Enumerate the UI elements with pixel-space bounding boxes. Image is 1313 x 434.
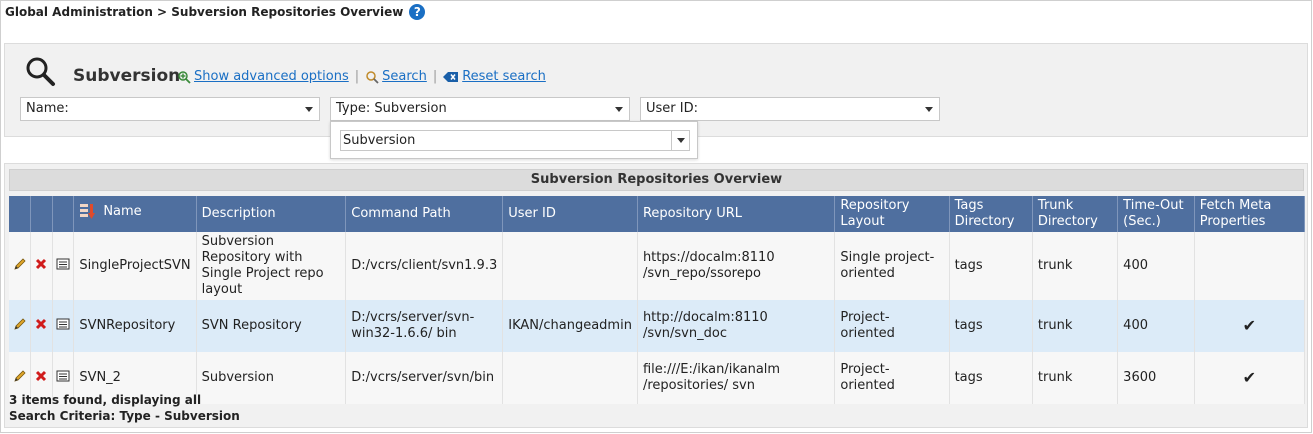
- cell-command-path: D:/vcrs/server/svn-win32-1.6.6/ bin: [345, 300, 504, 352]
- delete-icon[interactable]: [30, 232, 53, 300]
- show-advanced-options-label: Show advanced options: [194, 69, 349, 84]
- cell-command-path: D:/vcrs/server/svn/bin: [345, 352, 504, 404]
- userid-filter-select[interactable]: User ID:: [640, 97, 940, 121]
- cell-tags: tags: [949, 352, 1033, 404]
- table-row[interactable]: SingleProjectSVN Subversion Repository w…: [9, 232, 1306, 300]
- name-filter-select[interactable]: Name:: [20, 97, 320, 121]
- cell-user-id: [502, 232, 638, 300]
- cell-layout: Project-oriented: [834, 300, 950, 352]
- table-row[interactable]: SVNRepository SVN Repository D:/vcrs/ser…: [9, 300, 1306, 352]
- header-repository-layout[interactable]: Repository Layout: [834, 196, 950, 232]
- header-repository-url[interactable]: Repository URL: [637, 196, 836, 232]
- cell-fetch-meta: [1194, 232, 1306, 300]
- cell-trunk: trunk: [1032, 352, 1119, 404]
- header-timeout[interactable]: Time-Out (Sec.): [1117, 196, 1195, 232]
- cell-trunk: trunk: [1032, 300, 1119, 352]
- header-name[interactable]: Name: [73, 196, 197, 232]
- type-dropdown-select[interactable]: Subversion: [340, 130, 690, 151]
- chevron-down-icon: [305, 107, 313, 112]
- sort-icon[interactable]: [79, 203, 97, 221]
- show-advanced-options-link[interactable]: Show advanced options: [177, 69, 349, 84]
- delete-icon[interactable]: [30, 300, 53, 352]
- cell-description: Subversion: [196, 352, 347, 404]
- cell-timeout: 400: [1117, 300, 1195, 352]
- table-row[interactable]: SVN_2 Subversion D:/vcrs/server/svn/bin …: [9, 352, 1306, 404]
- details-icon[interactable]: [52, 232, 75, 300]
- search-criteria: Search Criteria: Type - Subversion: [9, 409, 240, 423]
- search-icon: [366, 70, 379, 84]
- details-icon[interactable]: [52, 300, 75, 352]
- table-header-row: Name Description Command Path User ID Re…: [9, 196, 1306, 232]
- cell-name: SingleProjectSVN: [73, 232, 197, 300]
- header-name-label: Name: [103, 203, 142, 219]
- search-label: Search: [382, 69, 427, 84]
- results-count: 3 items found, displaying all: [9, 393, 202, 407]
- cell-repository-url: https://docalm:8110 /svn_repo/ssorepo: [637, 232, 836, 300]
- chevron-down-icon: [615, 107, 623, 112]
- chevron-down-icon: [925, 107, 933, 112]
- cell-name: SVNRepository: [73, 300, 197, 352]
- edit-icon[interactable]: [9, 232, 32, 300]
- breadcrumb-text: Global Administration > Subversion Repos…: [5, 5, 404, 19]
- cell-tags: tags: [949, 232, 1033, 300]
- cell-repository-url: file:///E:/ikan/ikanalm /repositories/ s…: [637, 352, 836, 404]
- cell-timeout: 3600: [1117, 352, 1195, 404]
- results-panel: Subversion Repositories Overview Name De…: [4, 163, 1308, 428]
- header-fetch-meta[interactable]: Fetch Meta Properties: [1194, 196, 1306, 232]
- type-dropdown-value: Subversion: [343, 133, 416, 148]
- userid-filter-label: User ID:: [646, 101, 698, 116]
- cell-trunk: trunk: [1032, 232, 1119, 300]
- type-filter-select[interactable]: Type: Subversion: [330, 97, 630, 121]
- cell-command-path: D:/vcrs/client/svn1.9.3: [345, 232, 504, 300]
- header-command-path[interactable]: Command Path: [345, 196, 504, 232]
- type-dropdown-popup: Subversion: [330, 121, 698, 159]
- help-icon[interactable]: ?: [409, 4, 426, 20]
- cell-timeout: 400: [1117, 232, 1195, 300]
- cell-tags: tags: [949, 300, 1033, 352]
- plus-search-icon: [178, 70, 191, 84]
- edit-icon[interactable]: [9, 300, 32, 352]
- results-title: Subversion Repositories Overview: [9, 169, 1304, 191]
- header-description[interactable]: Description: [196, 196, 347, 232]
- header-user-id[interactable]: User ID: [502, 196, 638, 232]
- magnifier-icon: [26, 57, 55, 86]
- repositories-table: Name Description Command Path User ID Re…: [9, 196, 1306, 404]
- reset-search-link[interactable]: Reset search: [443, 69, 546, 84]
- link-separator: |: [432, 69, 438, 84]
- name-filter-label: Name:: [26, 101, 69, 116]
- cell-user-id: [502, 352, 638, 404]
- header-detail-col: [52, 196, 75, 232]
- chevron-down-icon[interactable]: [671, 131, 689, 150]
- cell-layout: Single project-oriented: [834, 232, 950, 300]
- cell-repository-url: http://docalm:8110 /svn/svn_doc: [637, 300, 836, 352]
- eraser-icon: [443, 71, 459, 82]
- checkmark-icon: ✔: [1194, 300, 1306, 352]
- cell-user-id: IKAN/changeadmin: [502, 300, 638, 352]
- reset-search-label: Reset search: [462, 69, 546, 84]
- type-filter-label: Type: Subversion: [336, 101, 447, 116]
- search-title: Subversion: [73, 66, 181, 86]
- breadcrumb: Global Administration > Subversion Repos…: [5, 4, 426, 20]
- cell-description: SVN Repository: [196, 300, 347, 352]
- search-links: Show advanced options | Search | Reset s…: [177, 69, 546, 84]
- cell-layout: Project-oriented: [834, 352, 950, 404]
- header-delete-col: [30, 196, 53, 232]
- search-link[interactable]: Search: [365, 69, 427, 84]
- link-separator: |: [354, 69, 360, 84]
- checkmark-icon: ✔: [1194, 352, 1306, 404]
- header-trunk-directory[interactable]: Trunk Directory: [1032, 196, 1119, 232]
- cell-description: Subversion Repository with Single Projec…: [196, 232, 347, 300]
- header-edit-col: [9, 196, 32, 232]
- header-tags-directory[interactable]: Tags Directory: [949, 196, 1033, 232]
